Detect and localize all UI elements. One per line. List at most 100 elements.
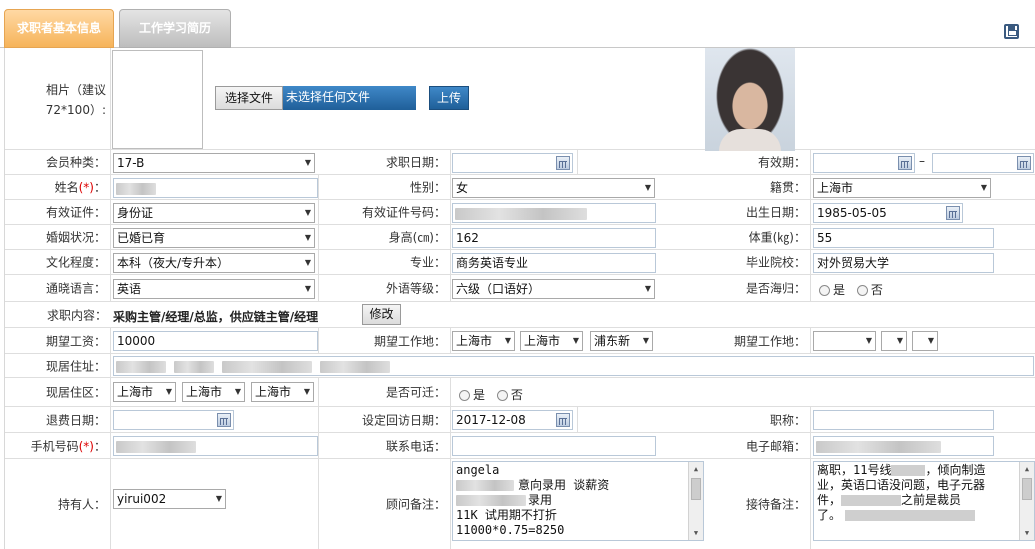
row-address: 现居住址：: [5, 354, 1035, 378]
marital-label: 婚姻状况：: [45, 230, 106, 245]
file-name-display: 未选择任何文件: [283, 86, 416, 110]
district-province-select[interactable]: 上海市: [113, 382, 176, 402]
work-place-2-province-select[interactable]: [813, 331, 876, 351]
relocate-no-radio[interactable]: [496, 390, 508, 401]
work-place-2-city-select[interactable]: [881, 331, 907, 351]
refund-date-label: 退费日期：: [45, 413, 106, 427]
photo-row: 相片（建议 72*100）: 选择文件 未选择任何文件 上传: [5, 48, 1035, 151]
job-content-label: 求职内容：: [46, 308, 107, 322]
mobile-input[interactable]: [113, 436, 318, 456]
revisit-date-input[interactable]: 2017-12-08: [452, 410, 573, 430]
calendar-icon[interactable]: [556, 156, 570, 170]
email-label: 电子邮箱：: [745, 439, 806, 453]
work-place-city-select[interactable]: 上海市: [520, 331, 583, 351]
mobile-label: 手机号码(*)：: [30, 439, 106, 453]
member-type-label: 会员种类：: [45, 155, 106, 170]
name-input[interactable]: [113, 178, 318, 198]
modify-button[interactable]: 修改: [362, 304, 401, 325]
calendar-icon[interactable]: [217, 413, 231, 427]
district-label: 现居住区：: [45, 385, 106, 400]
job-title-label: 职称：: [769, 413, 806, 427]
photo-preview: [112, 50, 203, 149]
returnee-label: 是否海归：: [745, 281, 806, 296]
row-job-content: 求职内容： 采购主管/经理/总监，供应链主管/经理 修改: [5, 302, 1035, 328]
major-label: 专业：: [409, 255, 446, 270]
language-level-label: 外语等级：: [385, 281, 446, 296]
photo-label: 相片（建议 72*100）:: [45, 83, 106, 117]
consultant-note-label: 顾问备注：: [385, 497, 446, 512]
tab-work-study[interactable]: 工作学习简历: [119, 9, 231, 48]
language-select[interactable]: 英语: [113, 279, 315, 299]
district-city-select[interactable]: 上海市: [182, 382, 245, 402]
refund-date-input[interactable]: [113, 410, 234, 430]
row-member-type: 会员种类： 17-B 求职日期： 有效期： –: [5, 150, 1035, 175]
education-select[interactable]: 本科（夜大/专升本）: [113, 253, 315, 273]
reception-note-scrollbar[interactable]: ▲ ▼: [1019, 462, 1034, 540]
avatar: [705, 48, 795, 151]
upload-button[interactable]: 上传: [429, 86, 469, 110]
valid-period-separator: –: [919, 154, 925, 168]
work-place-province-select[interactable]: 上海市: [452, 331, 515, 351]
id-type-select[interactable]: 身份证: [113, 203, 315, 223]
email-input[interactable]: [813, 436, 994, 456]
work-place-label: 期望工作地：: [373, 334, 446, 348]
name-label: 姓名(*)：: [54, 180, 106, 195]
calendar-icon[interactable]: [898, 156, 912, 170]
language-label: 通晓语言：: [45, 281, 106, 296]
birth-date-input[interactable]: 1985-05-05: [813, 203, 963, 223]
member-type-select[interactable]: 17-B: [113, 153, 315, 173]
native-place-label: 籍贯：: [769, 180, 806, 195]
reception-note-textarea[interactable]: 离职，11号线 ，倾向制造 业，英语口语没问题，电子元器 件， 之前是裁员 了。 ▲…: [813, 461, 1035, 541]
valid-period-end-input[interactable]: [932, 153, 1034, 173]
calendar-icon[interactable]: [1017, 156, 1031, 170]
education-label: 文化程度：: [45, 255, 106, 270]
weight-label: 体重(㎏)：: [748, 230, 806, 245]
height-label: 身高(㎝)：: [388, 230, 446, 245]
tab-bar: 求职者基本信息 工作学习简历: [0, 0, 1035, 48]
job-date-label: 求职日期：: [385, 155, 446, 170]
tab-basic-info[interactable]: 求职者基本信息: [4, 9, 114, 48]
owner-select[interactable]: yirui002: [113, 489, 226, 509]
salary-input[interactable]: 10000: [113, 331, 318, 351]
school-label: 毕业院校：: [745, 255, 806, 270]
district-area-select[interactable]: 上海市: [251, 382, 314, 402]
row-education: 文化程度： 本科（夜大/专升本） 专业： 商务英语专业 毕业院校： 对外贸易大学: [5, 250, 1035, 275]
returnee-radio-group: 是 否: [819, 281, 883, 298]
job-content-value: 采购主管/经理/总监，供应链主管/经理: [113, 310, 319, 324]
relocate-label: 是否可迁：: [385, 385, 446, 400]
job-date-input[interactable]: [452, 153, 573, 173]
row-district: 现居住区： 上海市 上海市 上海市 是否可迁： 是 否: [5, 378, 1035, 407]
row-language: 通晓语言： 英语 外语等级： 六级（口语好） 是否海归： 是 否: [5, 275, 1035, 302]
id-number-label: 有效证件号码：: [361, 205, 446, 220]
valid-period-label: 有效期：: [757, 155, 806, 170]
row-marital: 婚姻状况： 已婚已育 身高(㎝)： 162 体重(㎏)： 55: [5, 225, 1035, 250]
choose-file-button[interactable]: 选择文件: [215, 86, 283, 110]
row-notes: 持有人： yirui002 顾问备注： angela 意向录用 谈薪资 录用 1…: [5, 459, 1035, 549]
id-type-label: 有效证件：: [45, 205, 106, 220]
save-icon[interactable]: [1004, 24, 1019, 39]
returnee-yes-radio[interactable]: [819, 285, 830, 296]
calendar-icon[interactable]: [946, 206, 960, 220]
salary-label: 期望工资：: [45, 334, 106, 348]
address-input[interactable]: [113, 356, 1034, 376]
gender-label: 性别：: [409, 180, 446, 195]
row-mobile: 手机号码(*)： 联系电话： 电子邮箱：: [5, 433, 1035, 459]
row-refund: 退费日期： 设定回访日期： 2017-12-08 职称：: [5, 407, 1035, 433]
marital-select[interactable]: 已婚已育: [113, 228, 315, 248]
native-place-select[interactable]: 上海市: [813, 178, 991, 198]
reception-note-label: 接待备注：: [745, 497, 806, 512]
school-input[interactable]: 对外贸易大学: [813, 253, 994, 273]
address-label: 现居住址：: [45, 359, 106, 373]
weight-input[interactable]: 55: [813, 228, 994, 248]
job-title-input[interactable]: [813, 410, 994, 430]
returnee-no-radio[interactable]: [856, 285, 868, 296]
row-id: 有效证件： 身份证 有效证件号码： 出生日期： 1985-05-05: [5, 200, 1035, 225]
job-seeker-form: 相片（建议 72*100）: 选择文件 未选择任何文件 上传 会员种类： 17-…: [4, 48, 1035, 549]
relocate-yes-radio[interactable]: [459, 390, 470, 401]
birth-date-label: 出生日期：: [745, 205, 806, 220]
work-place-2-district-select[interactable]: [912, 331, 938, 351]
valid-period-start-input[interactable]: [813, 153, 915, 173]
revisit-date-label: 设定回访日期：: [361, 413, 446, 427]
calendar-icon[interactable]: [556, 413, 570, 427]
work-place-2-label: 期望工作地：: [733, 334, 806, 348]
